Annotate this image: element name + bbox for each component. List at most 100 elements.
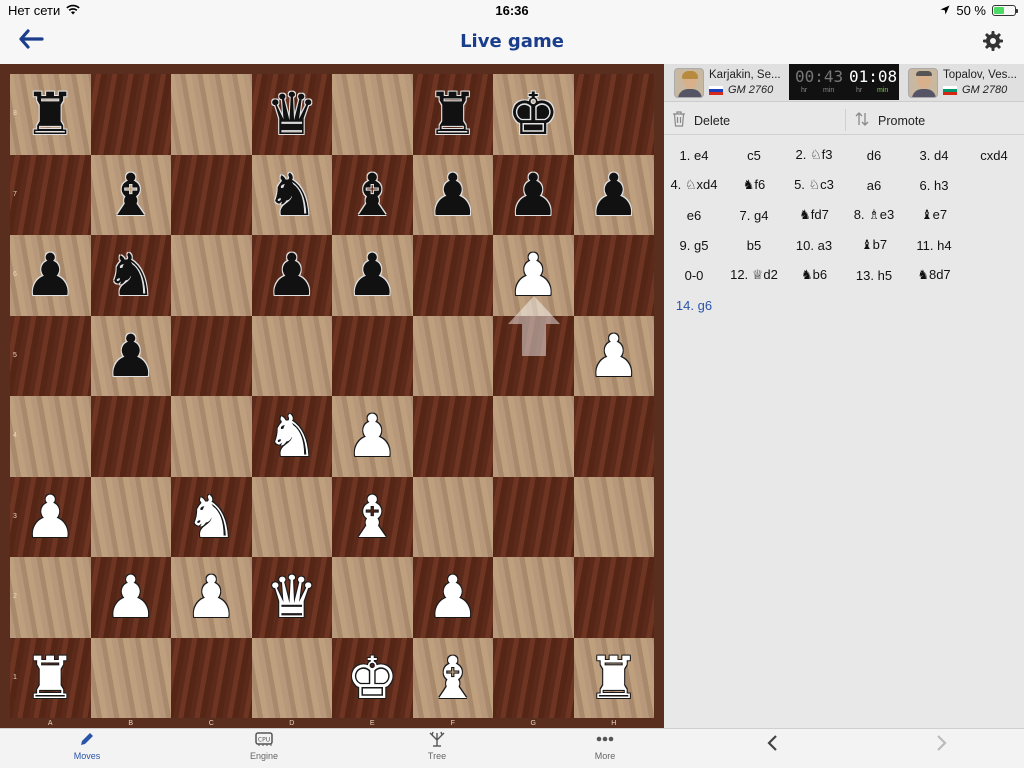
square-d5[interactable] bbox=[251, 315, 332, 396]
square-a8[interactable]: 8 ♜ bbox=[10, 74, 91, 155]
square-g1[interactable]: G bbox=[493, 637, 574, 727]
move-item[interactable]: ♝b7 bbox=[844, 237, 904, 253]
square-d1[interactable]: D bbox=[251, 637, 332, 727]
square-d8[interactable]: ♛ bbox=[251, 74, 332, 155]
square-h1[interactable]: H ♜ bbox=[573, 637, 654, 727]
tab-more[interactable]: More bbox=[560, 731, 650, 761]
square-e2[interactable] bbox=[332, 557, 413, 638]
square-e4[interactable]: ♟ bbox=[332, 396, 413, 477]
white-pawn-icon[interactable]: ♟ bbox=[185, 568, 237, 626]
square-a1[interactable]: 1 A ♜ bbox=[10, 637, 91, 727]
tab-tree[interactable]: Tree bbox=[392, 731, 482, 761]
square-g3[interactable] bbox=[493, 476, 574, 557]
square-f2[interactable]: ♟ bbox=[412, 557, 493, 638]
square-c6[interactable] bbox=[171, 235, 252, 316]
square-h6[interactable] bbox=[573, 235, 654, 316]
move-item[interactable]: 2. ♘f3 bbox=[784, 147, 844, 163]
square-g7[interactable]: ♟ bbox=[493, 154, 574, 235]
move-item[interactable]: 3. d4 bbox=[904, 148, 964, 163]
square-f1[interactable]: F ♝ bbox=[412, 637, 493, 727]
move-item[interactable]: 1. e4 bbox=[664, 148, 724, 163]
square-h5[interactable]: ♟ bbox=[573, 315, 654, 396]
move-item[interactable]: 7. g4 bbox=[724, 208, 784, 223]
square-d7[interactable]: ♞ bbox=[251, 154, 332, 235]
promote-button[interactable]: Promote bbox=[854, 111, 925, 131]
square-b8[interactable] bbox=[90, 74, 171, 155]
square-e1[interactable]: E ♚ bbox=[332, 637, 413, 727]
square-f7[interactable]: ♟ bbox=[412, 154, 493, 235]
next-move-button[interactable] bbox=[934, 733, 948, 759]
white-bishop-icon[interactable]: ♝ bbox=[427, 649, 479, 707]
square-e7[interactable]: ♝ bbox=[332, 154, 413, 235]
move-item[interactable]: d6 bbox=[844, 148, 904, 163]
black-pawn-icon[interactable]: ♟ bbox=[24, 246, 76, 304]
move-item[interactable]: b5 bbox=[724, 238, 784, 253]
square-c3[interactable]: ♞ bbox=[171, 476, 252, 557]
square-c2[interactable]: ♟ bbox=[171, 557, 252, 638]
move-item[interactable]: ♞8d7 bbox=[904, 267, 964, 283]
square-e6[interactable]: ♟ bbox=[332, 235, 413, 316]
move-item[interactable]: cxd4 bbox=[964, 148, 1024, 163]
square-f4[interactable] bbox=[412, 396, 493, 477]
black-pawn-icon[interactable]: ♟ bbox=[588, 166, 640, 224]
move-item[interactable]: ♝e7 bbox=[904, 207, 964, 223]
black-pawn-icon[interactable]: ♟ bbox=[266, 246, 318, 304]
square-b2[interactable]: ♟ bbox=[90, 557, 171, 638]
square-g4[interactable] bbox=[493, 396, 574, 477]
square-f8[interactable]: ♜ bbox=[412, 74, 493, 155]
tab-engine[interactable]: CPU Engine bbox=[219, 731, 309, 761]
square-g6[interactable]: ♟ bbox=[493, 235, 574, 316]
square-g5[interactable] bbox=[493, 315, 574, 396]
square-h2[interactable] bbox=[573, 557, 654, 638]
square-b3[interactable] bbox=[90, 476, 171, 557]
square-h7[interactable]: ♟ bbox=[573, 154, 654, 235]
square-e3[interactable]: ♝ bbox=[332, 476, 413, 557]
square-h8[interactable] bbox=[573, 74, 654, 155]
white-pawn-icon[interactable]: ♟ bbox=[427, 568, 479, 626]
square-b1[interactable]: B bbox=[90, 637, 171, 727]
white-queen-icon[interactable]: ♛ bbox=[266, 568, 318, 626]
square-f5[interactable] bbox=[412, 315, 493, 396]
square-e8[interactable] bbox=[332, 74, 413, 155]
square-f6[interactable] bbox=[412, 235, 493, 316]
player-white[interactable]: Karjakin, Se... GM 2760 bbox=[674, 66, 781, 100]
white-pawn-icon[interactable]: ♟ bbox=[346, 407, 398, 465]
move-item[interactable]: a6 bbox=[844, 178, 904, 193]
square-g8[interactable]: ♚ bbox=[493, 74, 574, 155]
square-h4[interactable] bbox=[573, 396, 654, 477]
black-pawn-icon[interactable]: ♟ bbox=[507, 166, 559, 224]
settings-button[interactable] bbox=[982, 30, 1006, 54]
move-item[interactable]: ♞b6 bbox=[784, 267, 844, 283]
white-pawn-icon[interactable]: ♟ bbox=[105, 568, 157, 626]
black-rook-icon[interactable]: ♜ bbox=[427, 85, 479, 143]
black-bishop-icon[interactable]: ♝ bbox=[346, 166, 398, 224]
move-item[interactable]: 9. g5 bbox=[664, 238, 724, 253]
square-g2[interactable] bbox=[493, 557, 574, 638]
square-d6[interactable]: ♟ bbox=[251, 235, 332, 316]
square-c5[interactable] bbox=[171, 315, 252, 396]
previous-move-button[interactable] bbox=[766, 733, 780, 759]
black-knight-icon[interactable]: ♞ bbox=[105, 246, 157, 304]
square-c4[interactable] bbox=[171, 396, 252, 477]
move-item[interactable]: e6 bbox=[664, 208, 724, 223]
square-d4[interactable]: ♞ bbox=[251, 396, 332, 477]
move-item[interactable]: 10. a3 bbox=[784, 238, 844, 253]
black-pawn-icon[interactable]: ♟ bbox=[427, 166, 479, 224]
white-bishop-icon[interactable]: ♝ bbox=[346, 488, 398, 546]
square-a6[interactable]: 6 ♟ bbox=[10, 235, 91, 316]
square-b5[interactable]: ♟ bbox=[90, 315, 171, 396]
square-b4[interactable] bbox=[90, 396, 171, 477]
move-item[interactable]: 13. h5 bbox=[844, 268, 904, 283]
chess-board[interactable]: 8 ♜ ♛ ♜ ♚ 7 ♝ ♞ ♝ ♟ ♟ ♟ 6 ♟ ♞ ♟ ♟ ♟ 5 ♟ ♟ 4 ♞ ♟ 3 ♟ ♞ ♝ 2 ♟ ♟ ♛ ♟ 1 A ♜ B C D E… bbox=[10, 74, 654, 727]
move-item[interactable]: 4. ♘xd4 bbox=[664, 177, 724, 193]
black-queen-icon[interactable]: ♛ bbox=[266, 85, 318, 143]
white-king-icon[interactable]: ♚ bbox=[346, 649, 398, 707]
square-a5[interactable]: 5 bbox=[10, 315, 91, 396]
square-a7[interactable]: 7 bbox=[10, 154, 91, 235]
black-bishop-icon[interactable]: ♝ bbox=[105, 166, 157, 224]
move-item[interactable]: 14. g6 bbox=[664, 298, 724, 313]
black-rook-icon[interactable]: ♜ bbox=[24, 85, 76, 143]
black-pawn-icon[interactable]: ♟ bbox=[346, 246, 398, 304]
square-c8[interactable] bbox=[171, 74, 252, 155]
black-pawn-icon[interactable]: ♟ bbox=[105, 327, 157, 385]
